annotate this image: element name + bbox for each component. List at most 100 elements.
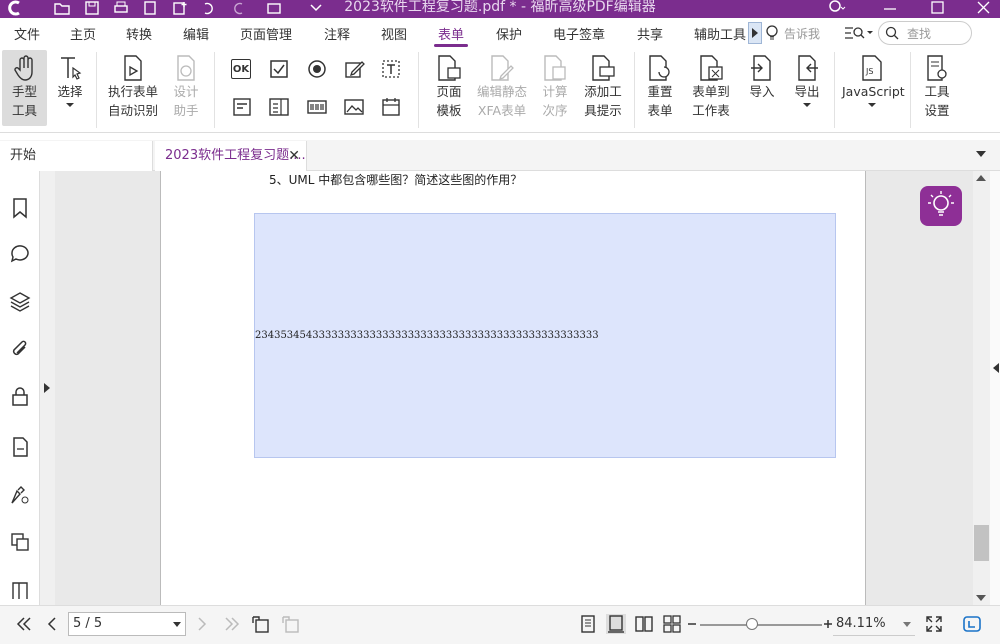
right-panel-toggle[interactable] xyxy=(990,171,1000,605)
previous-page-icon[interactable] xyxy=(42,614,62,634)
hand-icon xyxy=(13,55,33,81)
text-field-icon[interactable] xyxy=(380,58,402,80)
scroll-up-icon[interactable] xyxy=(976,175,986,181)
page-number-input[interactable]: 5 / 5 xyxy=(68,612,186,636)
pages-icon[interactable] xyxy=(9,436,31,458)
page-template-label-2: 模板 xyxy=(436,103,462,118)
tab-e-signature[interactable]: 电子签章 xyxy=(553,24,605,43)
last-page-icon[interactable] xyxy=(222,614,242,634)
radio-field-icon[interactable] xyxy=(306,58,328,80)
close-window-icon[interactable] xyxy=(974,0,994,16)
maximize-icon[interactable] xyxy=(928,0,948,16)
previous-view-icon[interactable] xyxy=(250,614,270,634)
checkbox-field-icon[interactable] xyxy=(268,58,290,80)
content-panel-icon[interactable] xyxy=(9,577,31,599)
layers-icon[interactable] xyxy=(9,290,31,312)
bookmark-icon[interactable] xyxy=(9,197,31,219)
next-view-icon[interactable] xyxy=(280,614,300,634)
scroll-down-icon[interactable] xyxy=(976,595,986,601)
select-button[interactable]: 选择 xyxy=(52,54,88,109)
continuous-facing-view-icon[interactable] xyxy=(662,614,682,634)
find-options-icon[interactable] xyxy=(844,25,874,41)
export-button[interactable]: 导出 xyxy=(790,54,824,109)
tab-protect[interactable]: 保护 xyxy=(496,24,522,43)
zoom-out-icon[interactable] xyxy=(686,614,698,634)
page-template-button[interactable]: 页面 模板 xyxy=(432,54,466,120)
panel-collapse-gutter[interactable] xyxy=(40,171,55,605)
fullscreen-icon[interactable] xyxy=(924,614,944,634)
document-tab-bar: 开始 2023软件工程复习题.... ✕ xyxy=(0,140,1000,171)
expand-right-panel-icon[interactable] xyxy=(993,363,999,373)
facing-view-icon[interactable] xyxy=(634,614,654,634)
minimize-icon[interactable] xyxy=(880,0,900,16)
combo-box-icon[interactable] xyxy=(268,96,290,118)
next-page-icon[interactable] xyxy=(192,614,212,634)
zoom-slider-track[interactable] xyxy=(700,624,822,626)
add-tooltip-button[interactable]: 添加工 具提示 xyxy=(582,54,624,120)
calculation-order-label-1: 计算 xyxy=(542,84,568,99)
select-label: 选择 xyxy=(57,84,83,99)
run-form-recognition-button[interactable]: 执行表单 自动识别 xyxy=(104,54,162,120)
security-lock-icon[interactable] xyxy=(9,385,31,407)
button-field-icon[interactable]: OK xyxy=(231,59,251,79)
tab-comment[interactable]: 注释 xyxy=(324,24,350,43)
date-field-icon[interactable] xyxy=(380,96,402,118)
tab-home[interactable]: 主页 xyxy=(70,24,96,43)
zoom-dropdown-icon[interactable] xyxy=(903,622,911,627)
tab-current-document[interactable]: 2023软件工程复习题.... ✕ xyxy=(155,141,307,171)
more-tabs-button[interactable] xyxy=(748,22,762,44)
first-page-icon[interactable] xyxy=(14,614,34,634)
export-label: 导出 xyxy=(794,84,820,99)
form-text-field[interactable]: 2343534543333333333333333333333333333333… xyxy=(254,213,836,458)
compare-pages-icon[interactable] xyxy=(9,531,31,553)
close-tab-icon[interactable]: ✕ xyxy=(288,141,300,171)
tab-view[interactable]: 视图 xyxy=(381,24,407,43)
signature-field-icon[interactable] xyxy=(343,58,365,80)
reset-form-button[interactable]: 重置 表单 xyxy=(644,54,676,120)
tool-settings-icon xyxy=(927,55,947,81)
tab-accessibility[interactable]: 辅助工具 xyxy=(694,24,746,43)
tab-share[interactable]: 共享 xyxy=(637,24,663,43)
tab-edit[interactable]: 编辑 xyxy=(183,24,209,43)
tell-me-box[interactable]: 告诉我 xyxy=(764,22,838,44)
attachment-icon[interactable] xyxy=(9,338,31,360)
add-tooltip-icon xyxy=(592,55,615,81)
vertical-scrollbar[interactable] xyxy=(973,171,990,605)
expand-panel-icon[interactable] xyxy=(44,383,50,393)
tab-convert[interactable]: 转换 xyxy=(126,24,152,43)
account-icon[interactable] xyxy=(826,0,846,16)
form-to-sheet-label-1: 表单到 xyxy=(692,84,730,99)
calculation-order-button[interactable]: 计算 次序 xyxy=(538,54,572,120)
ai-assistant-button[interactable] xyxy=(920,186,962,226)
scroll-thumb[interactable] xyxy=(974,525,989,561)
hand-tool-button[interactable]: 手型 工具 xyxy=(2,50,47,126)
form-field-value: 2343534543333333333333333333333333333333… xyxy=(255,330,599,341)
hand-tool-label-1: 手型 xyxy=(11,84,37,99)
design-assistant-button[interactable]: 设计 助手 xyxy=(168,54,204,120)
barcode-field-icon[interactable] xyxy=(306,96,328,118)
tab-start[interactable]: 开始 xyxy=(0,141,153,171)
import-icon xyxy=(751,55,771,81)
page-dropdown-icon[interactable] xyxy=(173,622,181,627)
zoom-level-value: 84.11% xyxy=(836,616,886,631)
list-box-icon[interactable] xyxy=(231,96,253,118)
edit-static-xfa-button[interactable]: 编辑静态 XFA表单 xyxy=(476,54,528,120)
javascript-button[interactable]: JS JavaScript xyxy=(842,54,905,109)
single-page-view-icon[interactable] xyxy=(578,614,598,634)
tab-list-dropdown-icon[interactable] xyxy=(976,151,986,157)
zoom-level-select[interactable]: 84.11% xyxy=(833,612,915,636)
navigation-panel xyxy=(0,171,40,605)
signature-panel-icon[interactable] xyxy=(9,484,31,506)
image-field-icon[interactable] xyxy=(343,96,365,118)
comments-icon[interactable] xyxy=(9,243,31,265)
tab-page-management[interactable]: 页面管理 xyxy=(240,24,292,43)
read-mode-icon[interactable] xyxy=(962,614,982,634)
search-input[interactable]: 查找 xyxy=(878,21,972,45)
zoom-slider-thumb[interactable] xyxy=(746,618,759,630)
tool-settings-button[interactable]: 工具 设置 xyxy=(918,54,956,120)
tab-file[interactable]: 文件 xyxy=(14,24,40,43)
form-to-sheet-button[interactable]: 表单到 工作表 xyxy=(686,54,736,120)
import-button[interactable]: 导入 xyxy=(746,54,778,101)
continuous-view-icon[interactable] xyxy=(606,614,626,634)
tab-form[interactable]: 表单 xyxy=(433,24,469,47)
